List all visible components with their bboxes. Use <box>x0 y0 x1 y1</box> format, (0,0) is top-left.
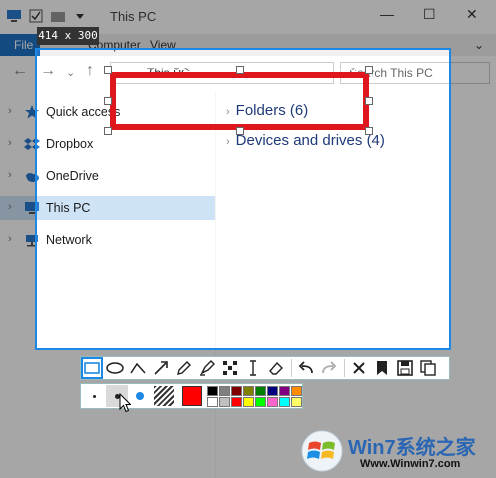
windows-logo-icon <box>301 430 343 472</box>
pencil-icon <box>177 361 191 375</box>
toolbar-divider <box>344 359 345 377</box>
undo-button[interactable] <box>295 357 317 379</box>
pin-button[interactable] <box>371 357 393 379</box>
arrow-tool[interactable] <box>150 357 172 379</box>
palette-color-swatch[interactable] <box>279 397 290 407</box>
palette-color-swatch[interactable] <box>219 397 230 407</box>
palette-color-swatch[interactable] <box>255 397 266 407</box>
cancel-capture-button[interactable] <box>348 357 370 379</box>
palette-color-swatch[interactable] <box>291 386 302 396</box>
watermark: Win7系统之家 Www.Winwin7.com <box>300 427 496 478</box>
brush-size-small[interactable] <box>83 385 105 407</box>
polyline-tool[interactable] <box>127 357 149 379</box>
arrow-icon <box>154 361 168 375</box>
palette-color-swatch[interactable] <box>231 386 242 396</box>
polyline-icon <box>130 362 146 374</box>
resize-handle-se[interactable] <box>365 127 373 135</box>
palette-color-swatch[interactable] <box>207 397 218 407</box>
rectangle-tool[interactable] <box>81 357 103 379</box>
close-icon <box>353 362 365 374</box>
small-dot-icon <box>92 394 96 398</box>
palette-color-swatch[interactable] <box>267 397 278 407</box>
mouse-cursor-icon <box>119 393 131 413</box>
text-cursor-icon <box>250 360 256 376</box>
pencil-tool[interactable] <box>173 357 195 379</box>
palette-color-swatch[interactable] <box>219 386 230 396</box>
ellipse-tool[interactable] <box>104 357 126 379</box>
rectangle-icon <box>84 362 100 374</box>
ellipse-icon <box>106 362 124 374</box>
dim-overlay-left <box>0 48 35 350</box>
current-color-swatch[interactable] <box>182 386 202 406</box>
eraser-icon <box>269 361 283 375</box>
style-toolbar <box>80 383 303 409</box>
watermark-url: Www.Winwin7.com <box>360 458 461 470</box>
resize-handle-w[interactable] <box>104 97 112 105</box>
palette-color-swatch[interactable] <box>207 386 218 396</box>
resize-handle-s[interactable] <box>236 127 244 135</box>
eraser-tool[interactable] <box>265 357 287 379</box>
highlighter-tool[interactable] <box>196 357 218 379</box>
resize-handle-sw[interactable] <box>104 127 112 135</box>
pin-icon <box>377 361 387 375</box>
resize-handle-n[interactable] <box>236 66 244 74</box>
toolbar-divider <box>291 359 292 377</box>
palette-color-swatch[interactable] <box>243 386 254 396</box>
save-button[interactable] <box>394 357 416 379</box>
copy-button[interactable] <box>417 357 439 379</box>
fill-pattern-icon[interactable] <box>154 386 174 406</box>
annotation-toolbar <box>80 356 450 380</box>
large-dot-icon <box>136 392 144 400</box>
resize-handle-e[interactable] <box>365 97 373 105</box>
redo-button[interactable] <box>318 357 340 379</box>
selection-size-label: 414 x 300 <box>37 27 99 45</box>
palette-color-swatch[interactable] <box>231 397 242 407</box>
highlighter-icon <box>200 360 215 376</box>
resize-handle-nw[interactable] <box>104 66 112 74</box>
watermark-title: Win7系统之家 <box>348 437 476 459</box>
undo-icon <box>298 361 313 374</box>
color-palette <box>207 386 303 408</box>
mosaic-tool[interactable] <box>219 357 241 379</box>
redo-icon <box>322 361 337 374</box>
palette-color-swatch[interactable] <box>267 386 278 396</box>
annotation-selection-outline <box>107 69 372 133</box>
save-icon <box>397 360 413 376</box>
dim-overlay-right <box>451 48 496 350</box>
palette-color-swatch[interactable] <box>291 397 302 407</box>
palette-color-swatch[interactable] <box>279 386 290 396</box>
mosaic-icon <box>223 361 237 375</box>
palette-color-swatch[interactable] <box>255 386 266 396</box>
text-tool[interactable] <box>242 357 264 379</box>
copy-icon <box>420 360 436 376</box>
brush-size-large[interactable] <box>129 385 151 407</box>
palette-color-swatch[interactable] <box>243 397 254 407</box>
resize-handle-ne[interactable] <box>365 66 373 74</box>
